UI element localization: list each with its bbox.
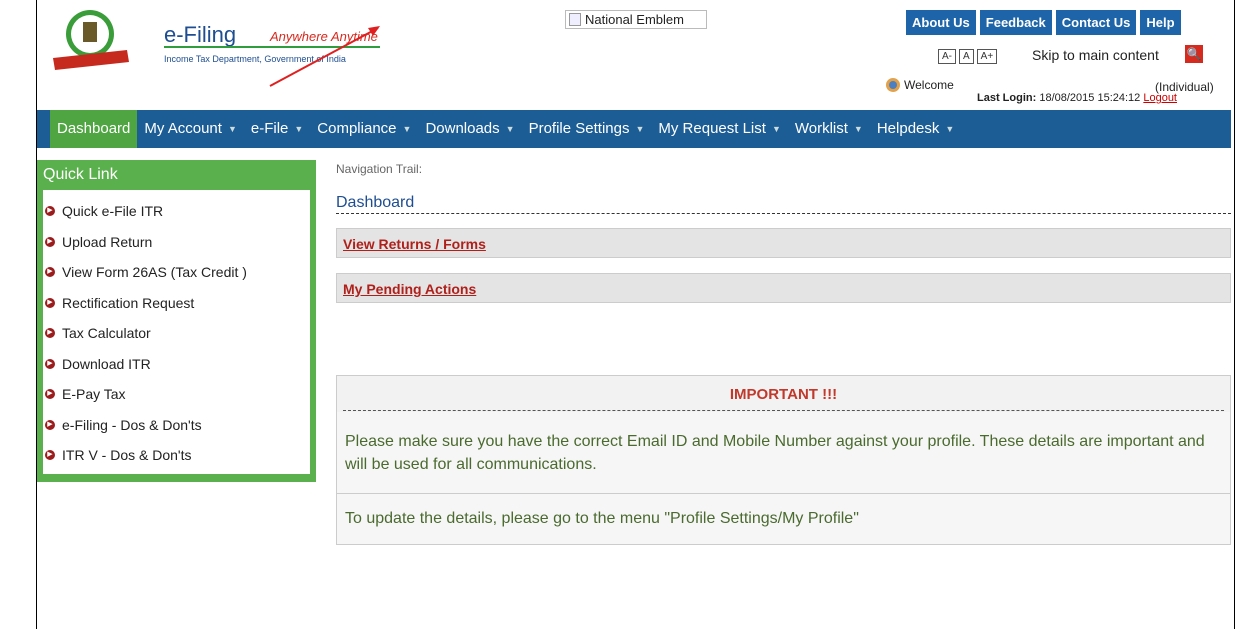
- national-emblem-alt: National Emblem: [585, 12, 684, 27]
- arrow-bullet-icon: ▶: [45, 297, 55, 308]
- nav-label: Helpdesk: [876, 120, 940, 137]
- pending-actions-link[interactable]: My Pending Actions: [343, 281, 476, 297]
- arrow-bullet-icon: ▶: [45, 450, 55, 461]
- help-button[interactable]: Help: [1140, 10, 1181, 35]
- about-us-button[interactable]: About Us: [906, 10, 976, 35]
- important-title: IMPORTANT !!!: [729, 386, 838, 403]
- important-notice: IMPORTANT !!! Please make sure you have …: [336, 375, 1231, 545]
- quick-link-item[interactable]: ▶ e-Filing - Dos & Don'ts: [45, 410, 310, 441]
- quick-link-label: ITR V - Dos & Don'ts: [62, 447, 192, 464]
- arrow-bullet-icon: ▶: [45, 267, 55, 278]
- quick-link-item[interactable]: ▶ View Form 26AS (Tax Credit ): [45, 257, 310, 288]
- last-login-label: Last Login:: [977, 92, 1037, 104]
- nav-dashboard[interactable]: Dashboard: [50, 110, 138, 148]
- chevron-down-icon: ▼: [505, 124, 515, 134]
- quick-link-item[interactable]: ▶ ITR V - Dos & Don'ts: [45, 440, 310, 471]
- arrow-bullet-icon: ▶: [45, 236, 55, 247]
- nav-label: My Account: [144, 120, 222, 137]
- quick-link-item[interactable]: ▶ Tax Calculator: [45, 318, 310, 349]
- navigation-trail: Navigation Trail:: [336, 162, 423, 176]
- quick-link-label: Quick e-File ITR: [62, 203, 164, 220]
- nav-label: My Request List: [658, 120, 766, 137]
- font-normal-button[interactable]: A: [959, 49, 974, 64]
- quick-link-item[interactable]: ▶ Rectification Request: [45, 288, 310, 319]
- quick-link-label: E-Pay Tax: [62, 386, 126, 403]
- arrow-bullet-icon: ▶: [45, 358, 55, 369]
- important-text-2: To update the details, please go to the …: [345, 510, 859, 527]
- nav-profile-settings[interactable]: Profile Settings ▼: [522, 110, 652, 148]
- quick-link-label: Rectification Request: [62, 294, 195, 311]
- broken-image-icon: [569, 13, 581, 26]
- quick-link-item[interactable]: ▶ E-Pay Tax: [45, 379, 310, 410]
- important-divider: [343, 410, 1224, 411]
- main-nav: Dashboard My Account ▼ e-File ▼ Compliance…: [37, 110, 1231, 148]
- arrow-bullet-icon: ▶: [45, 328, 55, 339]
- contact-us-button[interactable]: Contact Us: [1055, 10, 1137, 35]
- skip-to-main-link[interactable]: Skip to main content: [1032, 47, 1159, 63]
- important-text-1: Please make sure you have the correct Em…: [345, 433, 1205, 473]
- quick-link-label: Tax Calculator: [62, 325, 151, 342]
- pending-actions-section[interactable]: My Pending Actions: [336, 273, 1231, 303]
- last-login: Last Login: 18/08/2015 15:24:12 Logout: [977, 92, 1177, 104]
- arrow-bullet-icon: ▶: [45, 389, 55, 400]
- search-icon[interactable]: 🔍: [1185, 45, 1203, 63]
- chevron-down-icon: ▼: [294, 124, 304, 134]
- welcome-area: Welcome: [886, 78, 954, 92]
- page-title: Dashboard: [336, 194, 415, 211]
- chevron-down-icon: ▼: [945, 124, 955, 134]
- nav-e-file[interactable]: e-File ▼: [244, 110, 310, 148]
- nav-compliance[interactable]: Compliance ▼: [310, 110, 418, 148]
- nav-my-account[interactable]: My Account ▼: [137, 110, 243, 148]
- user-icon: [886, 78, 900, 92]
- important-message-2: To update the details, please go to the …: [337, 494, 1230, 544]
- nav-label: Downloads: [425, 120, 500, 137]
- chevron-down-icon: ▼: [227, 124, 237, 134]
- font-size-controls: A- A A+: [938, 49, 998, 64]
- quick-link-label: Download ITR: [62, 355, 151, 372]
- chevron-down-icon: ▼: [771, 124, 781, 134]
- view-returns-section[interactable]: View Returns / Forms: [336, 228, 1231, 258]
- arrow-bullet-icon: ▶: [45, 206, 55, 217]
- last-login-value: 18/08/2015 15:24:12: [1039, 92, 1141, 104]
- quick-link-title: Quick Link: [43, 166, 118, 183]
- feedback-button[interactable]: Feedback: [979, 10, 1052, 35]
- quick-link-label: Upload Return: [62, 233, 153, 250]
- quick-link-item[interactable]: ▶ Download ITR: [45, 349, 310, 380]
- quick-link-label: e-Filing - Dos & Don'ts: [62, 416, 202, 433]
- arrow-bullet-icon: ▶: [45, 419, 55, 430]
- nav-label: e-File: [250, 120, 289, 137]
- chevron-down-icon: ▼: [402, 124, 412, 134]
- nav-label: Dashboard: [57, 120, 131, 137]
- quick-link-list: ▶ Quick e-File ITR ▶ Upload Return ▶ View F…: [43, 190, 310, 474]
- chevron-down-icon: ▼: [635, 124, 645, 134]
- annotation-arrow-icon: [269, 26, 380, 87]
- nav-worklist[interactable]: Worklist ▼: [788, 110, 870, 148]
- font-decrease-button[interactable]: A-: [938, 49, 956, 64]
- important-message-1: Please make sure you have the correct Em…: [337, 412, 1230, 494]
- chevron-down-icon: ▼: [853, 124, 863, 134]
- brand-title: e-Filing: [164, 22, 237, 47]
- top-links: About Us Feedback Contact Us Help: [906, 10, 1181, 35]
- nav-my-request-list[interactable]: My Request List ▼: [651, 110, 787, 148]
- quick-link-label: View Form 26AS (Tax Credit ): [62, 264, 247, 281]
- income-tax-seal-logo[interactable]: [49, 6, 131, 72]
- logout-link[interactable]: Logout: [1143, 92, 1177, 104]
- quick-link-panel: Quick Link ▶ Quick e-File ITR ▶ Upload Ret…: [37, 160, 316, 482]
- nav-downloads[interactable]: Downloads ▼: [418, 110, 521, 148]
- view-returns-link[interactable]: View Returns / Forms: [343, 236, 486, 252]
- title-divider: [336, 213, 1231, 214]
- nav-label: Profile Settings: [528, 120, 630, 137]
- font-increase-button[interactable]: A+: [976, 49, 998, 64]
- nav-label: Worklist: [794, 120, 848, 137]
- nav-helpdesk[interactable]: Helpdesk ▼: [870, 110, 961, 148]
- national-emblem-image: National Emblem: [565, 10, 707, 29]
- quick-link-item[interactable]: ▶ Quick e-File ITR: [45, 196, 310, 227]
- welcome-text: Welcome: [904, 78, 954, 92]
- nav-label: Compliance: [317, 120, 397, 137]
- quick-link-item[interactable]: ▶ Upload Return: [45, 227, 310, 258]
